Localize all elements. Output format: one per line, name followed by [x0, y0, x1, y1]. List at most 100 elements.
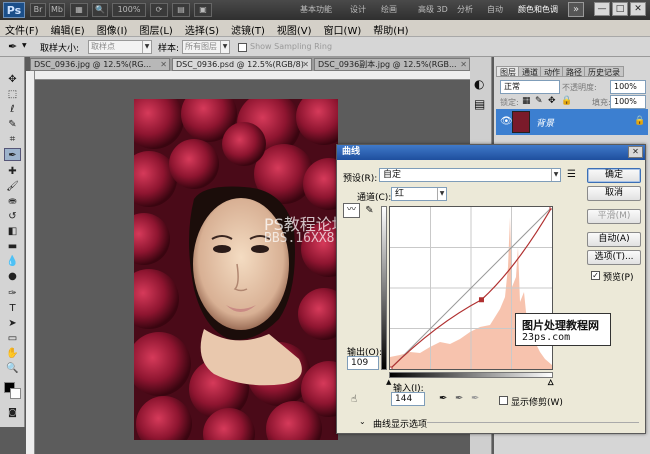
tab-layers[interactable]: 图层 — [496, 66, 520, 77]
background-color-swatch[interactable] — [10, 388, 21, 399]
auto-button[interactable]: 自动(A) — [587, 232, 641, 247]
black-eyedropper-icon[interactable]: ✒ — [439, 393, 447, 404]
history-brush-tool-icon[interactable]: ↺ — [4, 210, 21, 223]
workspace-advanced-3d[interactable]: 高级 3D — [418, 4, 448, 15]
tab-history[interactable]: 历史记录 — [584, 66, 624, 77]
lock-transparency-icon[interactable]: ▦ — [522, 96, 531, 106]
layer-row-background[interactable]: 👁 背景 🔒 — [496, 109, 648, 135]
cancel-button[interactable]: 取消 — [587, 186, 641, 201]
layer-name[interactable]: 背景 — [536, 116, 554, 129]
white-eyedropper-icon[interactable]: ✒ — [471, 393, 479, 404]
show-sampling-ring-checkbox[interactable] — [238, 43, 247, 52]
dodge-tool-icon[interactable]: ● — [4, 270, 21, 283]
workspace-analysis[interactable]: 分析 — [457, 4, 473, 15]
bridge-button[interactable]: Br — [30, 3, 46, 17]
sample-label: 样本: — [158, 44, 180, 54]
white-point-slider[interactable]: △ — [548, 378, 554, 387]
smooth-button[interactable]: 平滑(M) — [587, 209, 641, 224]
screen-mode-button[interactable]: ▣ — [194, 3, 212, 17]
channel-select[interactable]: 红 ▼ — [391, 187, 447, 201]
zoom-level-select[interactable]: 100% — [112, 3, 146, 17]
tab-document-3[interactable]: DSC_0936副本.jpg @ 12.5%(RGB... ✕ — [314, 58, 470, 71]
crop-tool-icon[interactable]: ⌗ — [4, 133, 21, 146]
curve-display-options-label[interactable]: 曲线显示选项 — [373, 417, 427, 430]
output-input[interactable]: 109 — [347, 356, 379, 370]
preview-checkbox[interactable]: ✓ — [591, 271, 600, 280]
workspace-color-tone[interactable]: 颜色和色调 — [518, 4, 558, 15]
tab-paths[interactable]: 路径 — [562, 66, 586, 77]
dialog-title-bar[interactable]: 曲线 — [337, 145, 645, 160]
curve-control-point[interactable] — [478, 297, 484, 303]
preset-label: 预设(R): — [343, 174, 378, 184]
ok-button[interactable]: 确定 — [587, 168, 641, 183]
tab-actions[interactable]: 动作 — [540, 66, 564, 77]
brush-tool-icon[interactable]: 🖌 — [4, 180, 21, 193]
options-bar: ✒ ▼ 取样大小: 取样点 ▼ 样本: 所有图层 ▼ Show Sampling R… — [0, 37, 650, 57]
sample-size-select[interactable]: 取样点 ▼ — [88, 40, 152, 54]
eyedropper-tool-icon[interactable]: ✒ — [4, 148, 21, 161]
shape-tool-icon[interactable]: ▭ — [4, 332, 21, 345]
gray-eyedropper-icon[interactable]: ✒ — [455, 393, 463, 404]
on-image-adjust-icon[interactable]: ☝ — [351, 394, 357, 405]
pen-tool-icon[interactable]: ✑ — [4, 287, 21, 300]
lock-pixels-icon[interactable]: ✎ — [535, 96, 543, 106]
layer-visibility-eye-icon[interactable]: 👁 — [500, 116, 513, 127]
document-image[interactable]: PS教程论坛 BBS.16XX8.COM — [134, 99, 338, 440]
fill-input[interactable]: 100% — [610, 95, 646, 109]
mini-bridge-button[interactable]: Mb — [49, 3, 65, 17]
opacity-input[interactable]: 100% — [610, 80, 646, 94]
blend-mode-select[interactable]: 正常 — [500, 80, 560, 94]
rotate-view-button[interactable]: ⟳ — [150, 3, 168, 17]
workspace-design[interactable]: 设计 — [350, 4, 366, 15]
expand-options-icon[interactable]: ⌄ — [359, 417, 366, 426]
draw-curve-icon[interactable]: ✎ — [361, 203, 378, 218]
dialog-close-button[interactable]: ✕ — [628, 146, 643, 158]
site-watermark: 图片处理教程网 23ps.com — [515, 313, 611, 346]
quick-select-tool-icon[interactable]: ✎ — [4, 118, 21, 131]
channel-label: 通道(C): — [357, 193, 392, 203]
workspace-essentials[interactable]: 基本功能 — [300, 4, 332, 15]
path-selection-tool-icon[interactable]: ➤ — [4, 317, 21, 330]
curve-control-point[interactable] — [387, 366, 393, 372]
eraser-tool-icon[interactable]: ◧ — [4, 225, 21, 238]
navigator-panel-icon[interactable]: ◐ — [474, 77, 484, 91]
preset-select[interactable]: 自定 ▼ — [379, 168, 561, 182]
tab-document-1[interactable]: DSC_0936.jpg @ 12.5%(RG... ✕ — [30, 58, 170, 71]
eyedropper-icon[interactable]: ✒ — [8, 40, 17, 53]
lock-all-icon[interactable]: 🔒 — [561, 96, 572, 106]
show-clipping-checkbox[interactable] — [499, 396, 508, 405]
gradient-tool-icon[interactable]: ▬ — [4, 240, 21, 253]
minimize-button[interactable]: — — [594, 2, 610, 16]
edit-points-icon[interactable]: 〰 — [343, 203, 360, 218]
sample-layers-select[interactable]: 所有图层 ▼ — [182, 40, 230, 54]
preset-options-icon[interactable]: ☰ — [567, 169, 576, 180]
clone-stamp-tool-icon[interactable]: ⛂ — [4, 195, 21, 208]
arrange-documents-button[interactable]: ▤ — [172, 3, 190, 17]
view-extras-button[interactable]: ▦ — [70, 3, 88, 17]
menu-bar: 文件(F) 编辑(E) 图像(I) 图层(L) 选择(S) 滤镜(T) 视图(V) 窗口(W)… — [0, 20, 650, 37]
histogram-panel-icon[interactable]: ▤ — [474, 97, 485, 111]
blur-tool-icon[interactable]: 💧 — [4, 255, 21, 268]
hand-tool-icon[interactable]: ✋ — [4, 347, 21, 360]
hand-zoom-button[interactable]: 🔍 — [92, 3, 108, 17]
curve-control-point[interactable] — [549, 204, 555, 210]
tab-channels[interactable]: 通道 — [518, 66, 542, 77]
move-tool-icon[interactable]: ✥ — [4, 73, 21, 86]
healing-brush-tool-icon[interactable]: ✚ — [4, 165, 21, 178]
lock-position-icon[interactable]: ✥ — [548, 96, 556, 106]
quick-mask-icon[interactable]: ◙ — [4, 407, 21, 420]
zoom-tool-icon[interactable]: 🔍 — [4, 362, 21, 375]
close-button[interactable]: ✕ — [630, 2, 646, 16]
lasso-tool-icon[interactable]: ℓ — [4, 103, 21, 116]
workspace-overflow-button[interactable]: » — [568, 2, 584, 17]
options-button[interactable]: 选项(T)... — [587, 250, 641, 265]
black-point-slider[interactable]: ▲ — [386, 378, 391, 386]
marquee-tool-icon[interactable]: ⬚ — [4, 88, 21, 101]
tool-preset-dropdown-icon[interactable]: ▼ — [22, 42, 27, 49]
type-tool-icon[interactable]: T — [4, 302, 21, 315]
input-field[interactable]: 144 — [391, 392, 425, 406]
tab-document-2[interactable]: DSC_0936.psd @ 12.5%(RGB/8) ✕ — [172, 58, 312, 71]
maximize-button[interactable]: □ — [612, 2, 628, 16]
workspace-auto[interactable]: 自动 — [487, 4, 503, 15]
workspace-painting[interactable]: 绘画 — [381, 4, 397, 15]
